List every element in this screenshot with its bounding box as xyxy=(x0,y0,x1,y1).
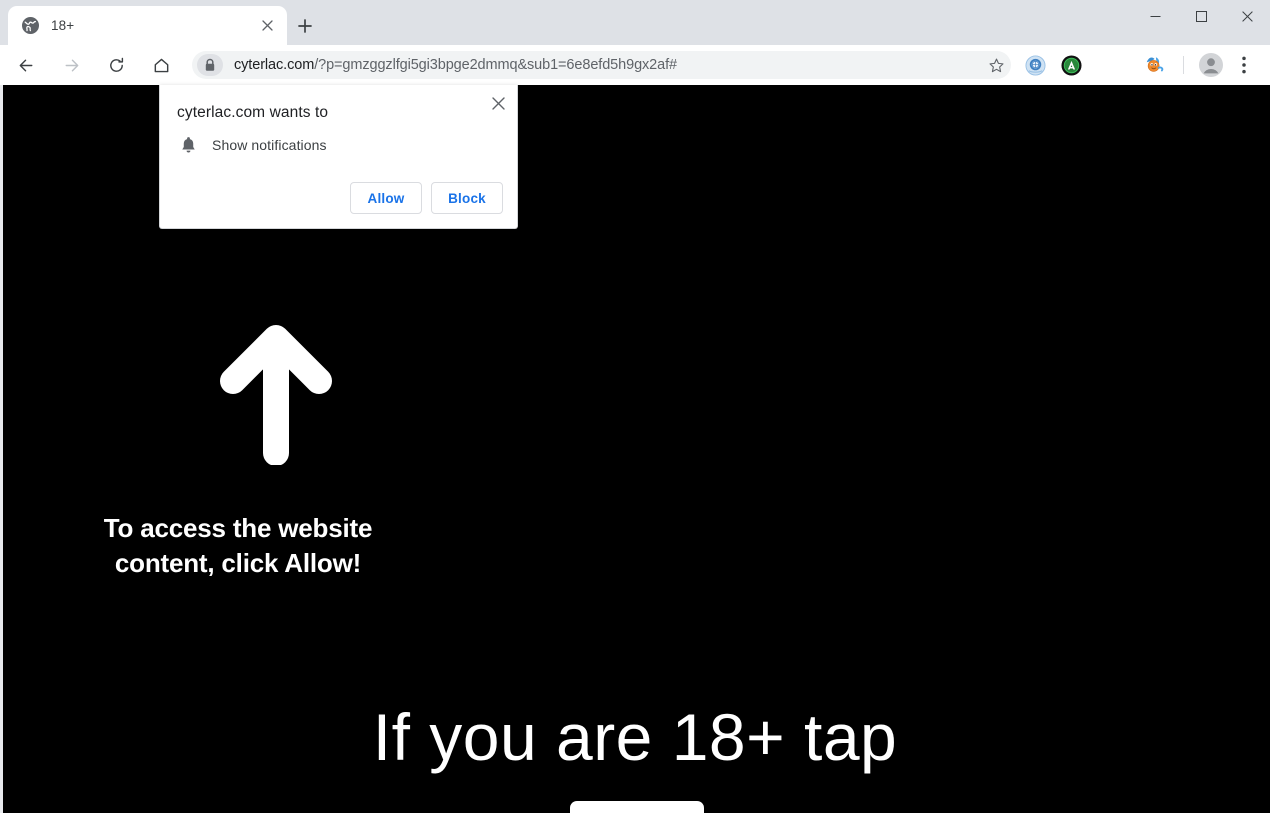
cta-line-2: content, click Allow! xyxy=(114,548,362,578)
extension-globe-icon xyxy=(1024,54,1046,76)
close-icon xyxy=(1241,10,1253,22)
tab-close-icon[interactable] xyxy=(257,16,277,36)
adblock-extension-button[interactable] xyxy=(1057,51,1085,79)
browser-toolbar: cyterlac.com/?p=gmzggzlfgi5gi3bpge2dmmq&… xyxy=(0,45,1270,85)
browser-window: 18+ cyterlac.com/?p=gmzggzlfgi5gi3bpge2d… xyxy=(0,0,1270,813)
permission-block-button[interactable]: Block xyxy=(431,182,503,214)
page-headline: If you are 18+ tap xyxy=(372,700,898,774)
permission-dialog-close-button[interactable] xyxy=(486,91,510,115)
notification-permission-dialog: cyterlac.com wants to Show notifications… xyxy=(159,85,518,229)
back-button[interactable] xyxy=(12,51,40,79)
site-security-badge[interactable] xyxy=(197,54,223,76)
profile-avatar-icon xyxy=(1199,53,1223,77)
extension-character-button[interactable] xyxy=(1141,51,1169,79)
home-icon xyxy=(154,58,168,72)
url-host: cyterlac.com xyxy=(234,57,315,73)
extension-character-icon xyxy=(1146,57,1164,72)
three-dot-menu-icon xyxy=(1242,56,1246,74)
window-controls xyxy=(1132,0,1270,45)
star-icon xyxy=(988,58,1004,72)
plus-icon xyxy=(298,19,312,33)
profile-button[interactable] xyxy=(1197,51,1225,79)
forward-button[interactable] xyxy=(57,51,85,79)
forward-arrow-icon xyxy=(65,59,78,71)
minimize-icon xyxy=(1150,15,1160,17)
home-button[interactable] xyxy=(147,51,175,79)
close-icon xyxy=(491,96,505,110)
cta-line-1: To access the website xyxy=(103,513,373,543)
arrow-up-icon xyxy=(220,325,332,465)
permission-request-label: Show notifications xyxy=(212,137,327,153)
adblock-icon xyxy=(1060,54,1082,76)
permission-request-row: Show notifications xyxy=(177,134,327,156)
address-bar-url: cyterlac.com/?p=gmzggzlfgi5gi3bpge2dmmq&… xyxy=(234,57,677,73)
globe-icon xyxy=(22,17,39,34)
toolbar-divider xyxy=(1183,56,1184,74)
toolbar-actions xyxy=(1017,51,1270,79)
reload-button[interactable] xyxy=(102,51,130,79)
bell-icon xyxy=(177,134,199,156)
back-arrow-icon xyxy=(19,59,32,71)
browser-tab[interactable]: 18+ xyxy=(8,6,287,45)
url-path: /?p=gmzggzlfgi5gi3bpge2dmmq&sub1=6e8efd5… xyxy=(314,57,677,73)
cta-instruction-text: To access the website content, click All… xyxy=(100,511,376,581)
maximize-icon xyxy=(1195,10,1207,22)
new-tab-button[interactable] xyxy=(292,13,318,39)
permission-allow-button[interactable]: Allow xyxy=(350,182,422,214)
browser-menu-button[interactable] xyxy=(1230,51,1258,79)
address-bar[interactable]: cyterlac.com/?p=gmzggzlfgi5gi3bpge2dmmq&… xyxy=(192,51,1011,79)
window-minimize-button[interactable] xyxy=(1132,0,1178,32)
permission-dialog-actions: Allow Block xyxy=(350,182,503,214)
permission-dialog-title: cyterlac.com wants to xyxy=(177,104,329,121)
tab-title: 18+ xyxy=(51,18,75,33)
window-maximize-button[interactable] xyxy=(1178,0,1224,32)
reload-icon xyxy=(109,57,123,72)
lock-icon xyxy=(205,58,215,71)
bookmark-button[interactable] xyxy=(983,52,1009,78)
page-allow-button[interactable]: Allow xyxy=(570,801,704,813)
extension-globe-button[interactable] xyxy=(1021,51,1049,79)
window-close-button[interactable] xyxy=(1224,0,1270,32)
title-bar: 18+ xyxy=(0,0,1270,45)
